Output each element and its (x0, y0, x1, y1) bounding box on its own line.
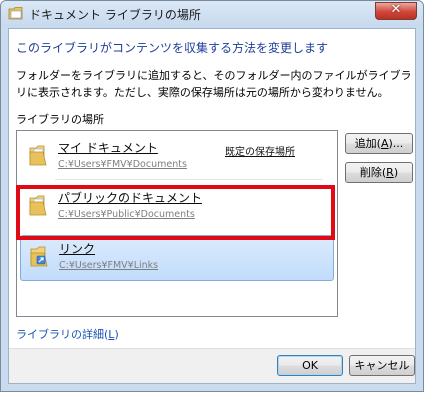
separator (55, 179, 323, 180)
remove-accelerator: R (386, 166, 394, 179)
page-heading: このライブラリがコンテンツを収集する方法を変更します (16, 41, 329, 55)
description-text: フォルダーをライブラリに追加すると、そのフォルダー内のファイルがライブラリに表示… (16, 69, 412, 99)
library-locations-label: ライブラリの場所 (16, 113, 104, 126)
list-item-selected[interactable]: リンク C:¥Users¥FMV¥Links (20, 235, 334, 281)
cancel-button[interactable]: キャンセル (349, 355, 415, 376)
remove-button-label: 削除( (359, 166, 387, 179)
add-accelerator: A (380, 137, 389, 150)
library-details-link[interactable]: ライブラリの詳細(L) (16, 326, 119, 342)
annotation-highlight-box (16, 185, 335, 240)
title-bar[interactable]: ドキュメント ライブラリの場所 ✕ (1, 1, 423, 27)
location-path: C:¥Users¥FMV¥Links (59, 260, 159, 271)
dialog-footer: OK キャンセル (9, 348, 415, 383)
folder-links-icon (30, 246, 48, 267)
ok-button[interactable]: OK (277, 355, 343, 376)
add-button-suffix: )... (388, 137, 404, 150)
add-button[interactable]: 追加(A)... (345, 133, 413, 154)
folder-documents-icon (29, 145, 47, 166)
add-button-label: 追加( (354, 137, 381, 150)
location-path: C:¥Users¥FMV¥Documents (58, 159, 187, 170)
library-folder-icon (8, 7, 23, 20)
details-link-label: ライブラリの詳細( (16, 328, 109, 341)
close-button[interactable]: ✕ (375, 2, 417, 20)
default-save-location-tag: 既定の保存場所 (225, 147, 295, 158)
remove-button[interactable]: 削除(R) (345, 162, 413, 183)
details-link-suffix: ) (114, 328, 119, 341)
location-name: リンク (59, 242, 96, 256)
window-title: ドキュメント ライブラリの場所 (29, 8, 201, 22)
remove-button-suffix: ) (393, 166, 399, 179)
location-name: マイ ドキュメント (58, 141, 158, 155)
list-item[interactable]: マイ ドキュメント C:¥Users¥FMV¥Documents 既定の保存場所 (20, 135, 334, 177)
close-icon: ✕ (390, 2, 402, 17)
